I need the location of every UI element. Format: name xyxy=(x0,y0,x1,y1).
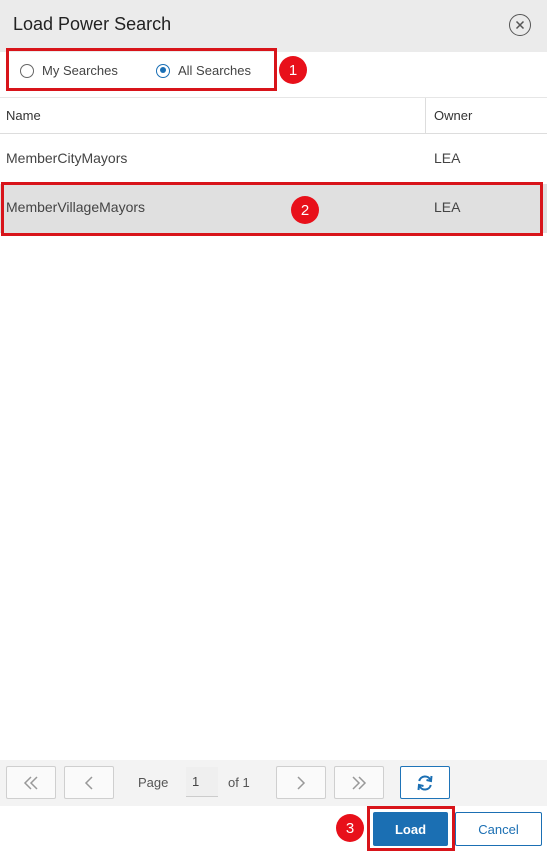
pager-bar: Page of 1 xyxy=(0,760,547,806)
grid-header: Name Owner xyxy=(0,97,547,134)
next-page-button[interactable] xyxy=(276,766,326,799)
step-marker-3: 3 xyxy=(336,814,364,842)
highlight-box-filter xyxy=(6,48,277,91)
page-count-label: of 1 xyxy=(228,775,250,790)
cell-owner: LEA xyxy=(434,150,461,166)
cancel-button[interactable]: Cancel xyxy=(455,812,542,846)
dialog-title: Load Power Search xyxy=(13,14,172,34)
load-button[interactable]: Load xyxy=(373,812,448,846)
page-label: Page xyxy=(138,775,169,790)
next-page-icon xyxy=(297,775,306,790)
last-page-button[interactable] xyxy=(334,766,384,799)
column-header-name[interactable]: Name xyxy=(6,108,41,123)
table-row[interactable]: MemberCityMayors LEA xyxy=(0,135,547,184)
prev-page-icon xyxy=(84,775,93,790)
dialog-header: Load Power Search xyxy=(0,0,547,52)
close-circle-icon xyxy=(515,20,525,30)
column-divider xyxy=(425,98,426,134)
prev-page-button[interactable] xyxy=(64,766,114,799)
first-page-button[interactable] xyxy=(6,766,56,799)
highlight-box-row xyxy=(1,182,543,236)
close-button[interactable] xyxy=(509,14,531,36)
step-marker-1: 1 xyxy=(279,56,307,84)
refresh-button[interactable] xyxy=(400,766,450,799)
first-page-icon xyxy=(23,775,38,790)
step-marker-2: 2 xyxy=(291,196,319,224)
last-page-icon xyxy=(352,775,367,790)
refresh-icon xyxy=(417,774,433,791)
column-header-owner[interactable]: Owner xyxy=(434,108,472,123)
page-number-input[interactable] xyxy=(186,767,218,797)
cell-name: MemberCityMayors xyxy=(6,150,128,166)
